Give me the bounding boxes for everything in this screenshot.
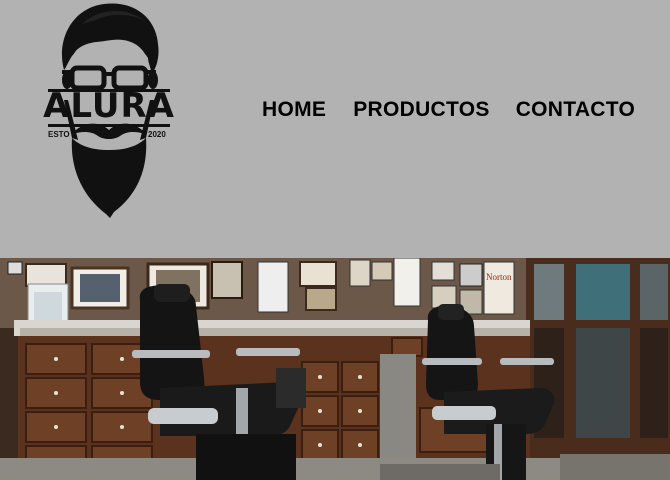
- main-nav: HOME PRODUCTOS CONTACTO: [262, 98, 635, 122]
- norton-sign: Norton: [486, 272, 512, 282]
- nav-link-productos[interactable]: PRODUCTOS: [353, 98, 490, 122]
- nav-link-home[interactable]: HOME: [262, 98, 326, 122]
- logo-esto-label: ESTO: [48, 130, 70, 139]
- logo[interactable]: ALURA ESTO 2020: [42, 0, 176, 220]
- site-header: ALURA ESTO 2020 HOME PRODUCTOS CONTACTO: [0, 0, 670, 258]
- hero-image-barbershop: Norton: [0, 258, 670, 480]
- logo-wordmark: ALURA: [43, 86, 175, 126]
- logo-year-label: 2020: [148, 130, 166, 139]
- nav-link-contacto[interactable]: CONTACTO: [516, 98, 635, 122]
